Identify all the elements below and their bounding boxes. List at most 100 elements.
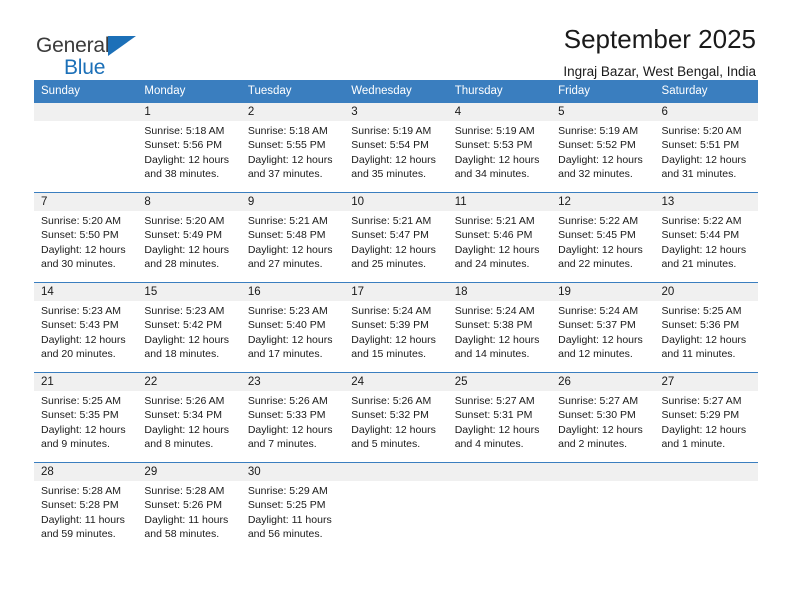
- detail-daylight1: Daylight: 12 hours: [247, 153, 333, 166]
- day-cell[interactable]: 12 Sunrise: 5:22 AM Sunset: 5:45 PM Dayligh…: [551, 192, 655, 283]
- day-details: Sunrise: 5:18 AM Sunset: 5:56 PM Daylight:…: [137, 121, 240, 181]
- detail-sunrise: Sunrise: 5:26 AM: [351, 395, 432, 407]
- day-cell[interactable]: 25 Sunrise: 5:27 AM Sunset: 5:31 PM Dayligh…: [447, 372, 552, 463]
- day-number: 13: [654, 193, 758, 211]
- day-details: Sunrise: 5:18 AM Sunset: 5:55 PM Daylight:…: [241, 121, 344, 181]
- detail-daylight2: and 25 minutes.: [351, 257, 426, 270]
- day-details: Sunrise: 5:22 AM Sunset: 5:45 PM Daylight:…: [551, 211, 654, 271]
- day-cell[interactable]: 21 Sunrise: 5:25 AM Sunset: 5:35 PM Dayligh…: [34, 372, 138, 463]
- detail-sunset: Sunset: 5:32 PM: [351, 409, 429, 422]
- title-block: September 2025 Ingraj Bazar, West Bengal…: [563, 24, 756, 82]
- day-cell[interactable]: 15 Sunrise: 5:23 AM Sunset: 5:42 PM Dayligh…: [137, 282, 241, 373]
- day-details: Sunrise: 5:22 AM Sunset: 5:44 PM Daylight:…: [655, 211, 758, 271]
- day-cell[interactable]: 18 Sunrise: 5:24 AM Sunset: 5:38 PM Dayligh…: [447, 282, 552, 373]
- day-number: 1: [137, 103, 241, 121]
- day-cell[interactable]: 8 Sunrise: 5:20 AM Sunset: 5:49 PM Daylight…: [137, 192, 241, 283]
- detail-daylight1: Daylight: 12 hours: [41, 333, 126, 346]
- day-details: Sunrise: 5:24 AM Sunset: 5:39 PM Daylight:…: [344, 301, 447, 361]
- day-cell[interactable]: 5 Sunrise: 5:19 AM Sunset: 5:52 PM Daylight…: [551, 102, 655, 193]
- day-cell[interactable]: 11 Sunrise: 5:21 AM Sunset: 5:46 PM Dayligh…: [447, 192, 552, 283]
- day-number: 7: [34, 193, 138, 211]
- day-cell[interactable]: 3 Sunrise: 5:19 AM Sunset: 5:54 PM Daylight…: [344, 102, 448, 193]
- detail-daylight1: Daylight: 12 hours: [144, 153, 230, 166]
- column-header-tuesday: Tuesday: [240, 80, 345, 103]
- day-number: 8: [137, 193, 241, 211]
- detail-sunrise: Sunrise: 5:24 AM: [351, 305, 432, 317]
- day-cell[interactable]: 4 Sunrise: 5:19 AM Sunset: 5:53 PM Daylight…: [447, 102, 552, 193]
- day-cell[interactable]: 27 Sunrise: 5:27 AM Sunset: 5:29 PM Dayligh…: [654, 372, 758, 463]
- day-number: 21: [34, 373, 138, 391]
- day-number: 18: [447, 283, 552, 301]
- detail-daylight2: and 58 minutes.: [144, 527, 220, 540]
- day-cell[interactable]: 24 Sunrise: 5:26 AM Sunset: 5:32 PM Dayligh…: [344, 372, 448, 463]
- day-cell[interactable]: 17 Sunrise: 5:24 AM Sunset: 5:39 PM Dayligh…: [344, 282, 448, 373]
- detail-sunset: Sunset: 5:50 PM: [41, 229, 119, 242]
- day-number: [551, 463, 655, 481]
- day-number: 10: [344, 193, 448, 211]
- day-number: 22: [137, 373, 241, 391]
- day-number: 28: [34, 463, 138, 481]
- day-cell[interactable]: 22 Sunrise: 5:26 AM Sunset: 5:34 PM Dayligh…: [137, 372, 241, 463]
- detail-daylight1: Daylight: 12 hours: [558, 423, 643, 436]
- detail-sunrise: Sunrise: 5:23 AM: [41, 305, 121, 317]
- day-cell[interactable]: 9 Sunrise: 5:21 AM Sunset: 5:48 PM Daylight…: [240, 192, 345, 283]
- detail-daylight2: and 38 minutes.: [144, 167, 220, 180]
- detail-sunset: Sunset: 5:28 PM: [41, 499, 119, 512]
- column-header-friday: Friday: [551, 80, 655, 103]
- day-details: Sunrise: 5:21 AM Sunset: 5:46 PM Daylight:…: [448, 211, 551, 271]
- detail-sunrise: Sunrise: 5:21 AM: [454, 215, 535, 227]
- day-details: Sunrise: 5:25 AM Sunset: 5:36 PM Daylight:…: [655, 301, 758, 361]
- day-details: Sunrise: 5:27 AM Sunset: 5:31 PM Daylight:…: [448, 391, 551, 451]
- detail-daylight2: and 56 minutes.: [247, 527, 323, 540]
- detail-daylight2: and 31 minutes.: [661, 167, 737, 180]
- detail-daylight1: Daylight: 12 hours: [247, 333, 333, 346]
- calendar-header-row: Sunday Monday Tuesday Wednesday Thursday Frid…: [34, 80, 758, 103]
- day-cell[interactable]: 20 Sunrise: 5:25 AM Sunset: 5:36 PM Dayligh…: [654, 282, 758, 373]
- detail-daylight2: and 24 minutes.: [454, 257, 530, 270]
- detail-sunrise: Sunrise: 5:29 AM: [247, 485, 328, 497]
- day-number: 3: [344, 103, 448, 121]
- day-cell[interactable]: 19 Sunrise: 5:24 AM Sunset: 5:37 PM Dayligh…: [551, 282, 655, 373]
- detail-daylight1: Daylight: 12 hours: [661, 333, 747, 346]
- day-cell[interactable]: 23 Sunrise: 5:26 AM Sunset: 5:33 PM Dayligh…: [240, 372, 345, 463]
- day-cell[interactable]: 10 Sunrise: 5:21 AM Sunset: 5:47 PM Dayligh…: [344, 192, 448, 283]
- day-cell[interactable]: 28 Sunrise: 5:28 AM Sunset: 5:28 PM Dayligh…: [34, 462, 138, 553]
- detail-sunrise: Sunrise: 5:25 AM: [661, 305, 742, 317]
- detail-sunset: Sunset: 5:44 PM: [661, 229, 740, 242]
- day-cell[interactable]: 29 Sunrise: 5:28 AM Sunset: 5:26 PM Dayligh…: [137, 462, 241, 553]
- detail-daylight1: Daylight: 12 hours: [558, 333, 643, 346]
- day-cell[interactable]: 26 Sunrise: 5:27 AM Sunset: 5:30 PM Dayligh…: [551, 372, 655, 463]
- day-details: Sunrise: 5:28 AM Sunset: 5:26 PM Daylight:…: [137, 481, 240, 541]
- detail-daylight2: and 1 minute.: [661, 437, 726, 450]
- detail-sunset: Sunset: 5:47 PM: [351, 229, 429, 242]
- detail-daylight2: and 9 minutes.: [41, 437, 110, 450]
- detail-daylight2: and 12 minutes.: [558, 347, 633, 360]
- day-cell[interactable]: 1 Sunrise: 5:18 AM Sunset: 5:56 PM Daylight…: [137, 102, 241, 193]
- general-blue-logo[interactable]: General Blue: [36, 24, 156, 78]
- day-number: [34, 103, 138, 121]
- detail-sunset: Sunset: 5:37 PM: [558, 319, 636, 332]
- day-number: 5: [551, 103, 655, 121]
- day-details: Sunrise: 5:25 AM Sunset: 5:35 PM Daylight:…: [34, 391, 137, 451]
- detail-sunset: Sunset: 5:25 PM: [247, 499, 326, 512]
- detail-daylight1: Daylight: 12 hours: [41, 423, 126, 436]
- detail-sunset: Sunset: 5:55 PM: [247, 139, 326, 152]
- day-number: [654, 463, 758, 481]
- day-cell[interactable]: 14 Sunrise: 5:23 AM Sunset: 5:43 PM Dayligh…: [34, 282, 138, 373]
- detail-sunset: Sunset: 5:31 PM: [454, 409, 533, 422]
- day-details: Sunrise: 5:23 AM Sunset: 5:40 PM Daylight:…: [241, 301, 344, 361]
- detail-sunrise: Sunrise: 5:28 AM: [144, 485, 225, 497]
- detail-daylight1: Daylight: 12 hours: [144, 333, 230, 346]
- day-number: [344, 463, 448, 481]
- day-cell[interactable]: 30 Sunrise: 5:29 AM Sunset: 5:25 PM Dayligh…: [240, 462, 345, 553]
- detail-daylight1: Daylight: 12 hours: [454, 243, 540, 256]
- day-cell[interactable]: 6 Sunrise: 5:20 AM Sunset: 5:51 PM Daylight…: [654, 102, 758, 193]
- day-details: Sunrise: 5:28 AM Sunset: 5:28 PM Daylight:…: [34, 481, 137, 541]
- day-cell[interactable]: 2 Sunrise: 5:18 AM Sunset: 5:55 PM Daylight…: [240, 102, 345, 193]
- day-cell[interactable]: 7 Sunrise: 5:20 AM Sunset: 5:50 PM Daylight…: [34, 192, 138, 283]
- day-details: Sunrise: 5:24 AM Sunset: 5:38 PM Daylight:…: [448, 301, 551, 361]
- day-details: Sunrise: 5:24 AM Sunset: 5:37 PM Daylight:…: [551, 301, 654, 361]
- day-cell[interactable]: 16 Sunrise: 5:23 AM Sunset: 5:40 PM Dayligh…: [240, 282, 345, 373]
- detail-daylight2: and 7 minutes.: [247, 437, 317, 450]
- day-cell[interactable]: 13 Sunrise: 5:22 AM Sunset: 5:44 PM Dayligh…: [654, 192, 758, 283]
